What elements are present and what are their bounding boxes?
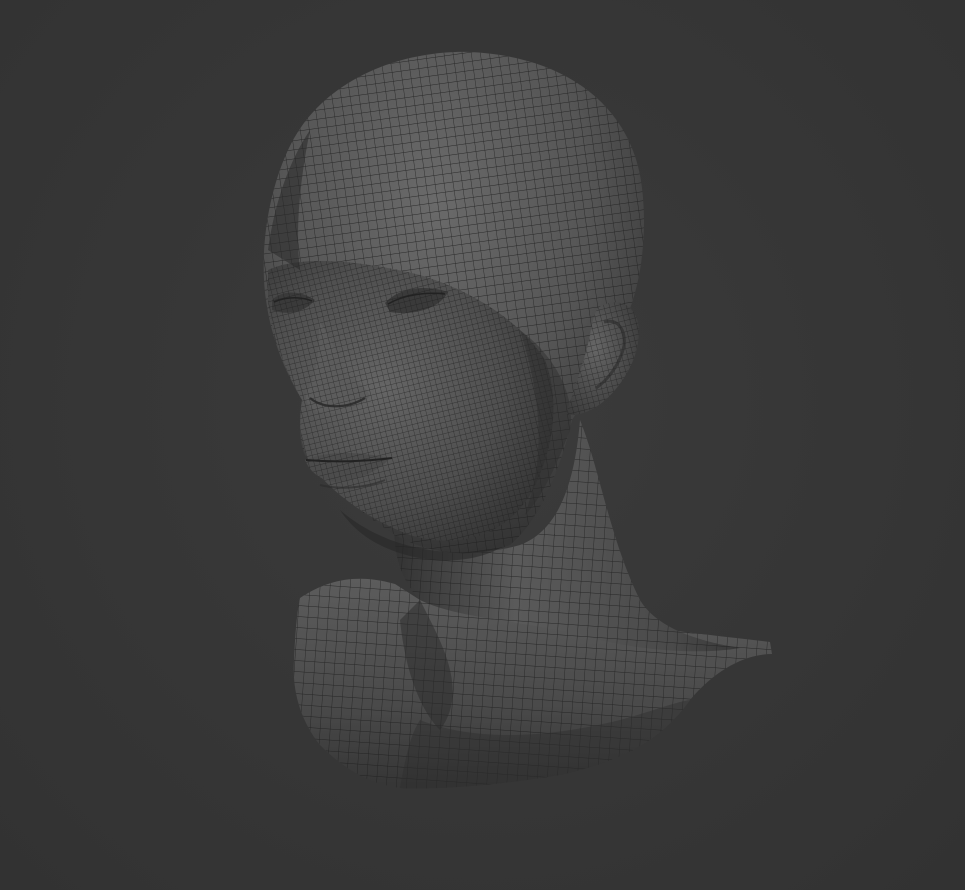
head-bust-render xyxy=(263,51,772,789)
3d-viewport[interactable] xyxy=(0,0,965,890)
